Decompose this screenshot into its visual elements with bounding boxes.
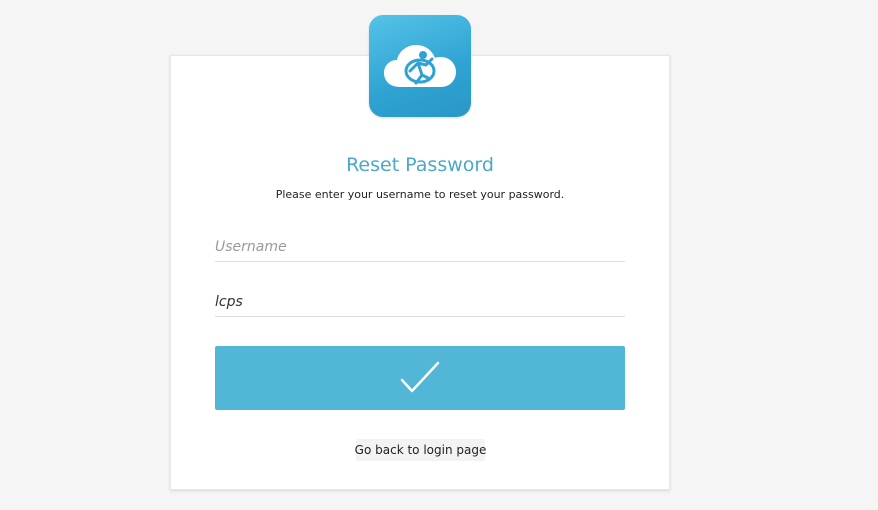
- cloud-logo-svg: [384, 45, 456, 87]
- reset-password-card: [170, 55, 670, 490]
- submit-button[interactable]: [215, 346, 625, 410]
- page-subtitle: Please enter your username to reset your…: [275, 188, 565, 201]
- back-to-login-link[interactable]: Go back to login page: [355, 439, 486, 461]
- checkmark-icon: [400, 361, 440, 393]
- lcps-input[interactable]: [215, 287, 625, 317]
- cloud-logo-icon: [369, 15, 471, 117]
- page-title: Reset Password: [346, 154, 494, 176]
- username-input[interactable]: [215, 232, 625, 262]
